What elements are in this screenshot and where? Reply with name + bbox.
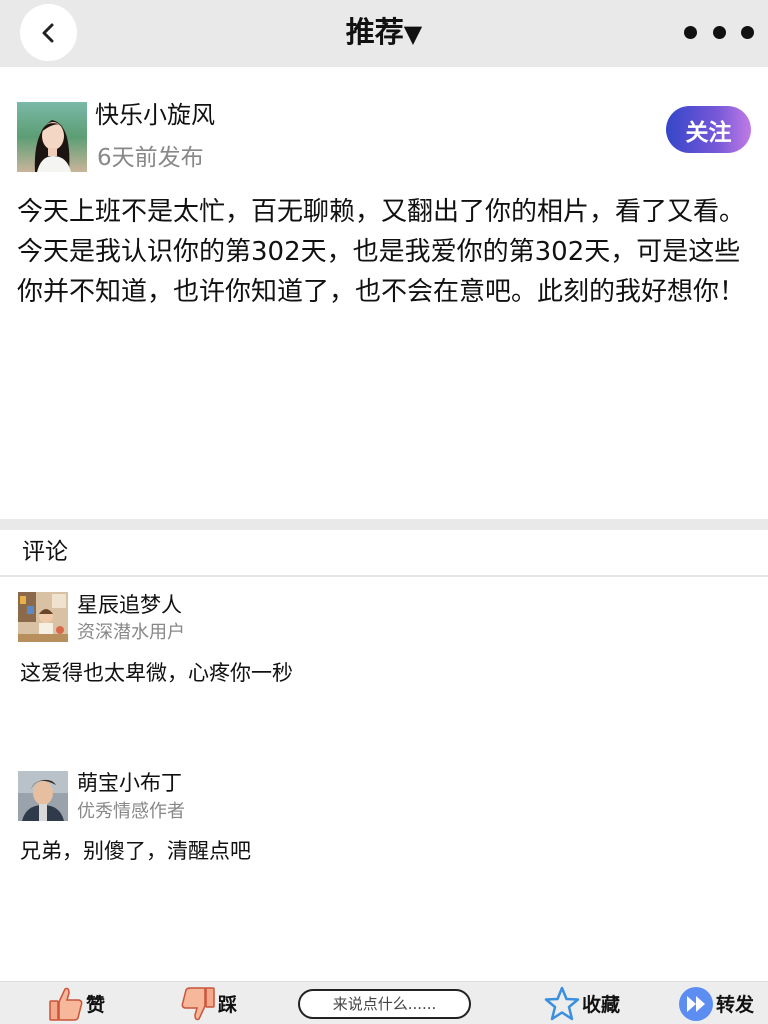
- comment-text: 兄弟，别傻了，清醒点吧: [20, 839, 251, 863]
- like-button[interactable]: 赞: [48, 982, 105, 1024]
- like-label: 赞: [86, 994, 106, 1016]
- more-dot-icon: [741, 25, 754, 39]
- section-divider: [0, 519, 768, 530]
- comment-input[interactable]: 来说点什么......: [298, 989, 471, 1019]
- thumbs-up-icon: [49, 987, 83, 1021]
- author-avatar[interactable]: [17, 102, 87, 172]
- commenter-name[interactable]: 萌宝小布丁: [77, 768, 182, 798]
- thumbs-down-icon: [181, 986, 215, 1020]
- forward-icon: [679, 986, 713, 1021]
- star-icon: [544, 986, 580, 1020]
- commenter-avatar[interactable]: [18, 771, 68, 821]
- share-button[interactable]: 转发: [678, 982, 754, 1024]
- more-button[interactable]: [684, 18, 754, 46]
- post-time: 6天前发布: [97, 145, 204, 171]
- commenter-badge: 资深潜水用户: [77, 622, 185, 643]
- dislike-button[interactable]: 踩: [180, 982, 237, 1024]
- follow-button[interactable]: 关注: [666, 106, 751, 153]
- more-dot-icon: [684, 25, 697, 39]
- favorite-button[interactable]: 收藏: [544, 982, 620, 1024]
- commenter-avatar[interactable]: [18, 592, 68, 642]
- commenter-badge: 优秀情感作者: [77, 801, 185, 822]
- commenter-name[interactable]: 星辰追梦人: [77, 590, 182, 620]
- author-name[interactable]: 快乐小旋风: [95, 98, 215, 132]
- bottom-bar: 赞 踩 来说点什么...... 收藏 转发: [0, 981, 768, 1024]
- comment-text: 这爱得也太卑微，心疼你一秒: [20, 661, 293, 685]
- feed-selector[interactable]: 推荐▼: [0, 12, 768, 52]
- share-label: 转发: [716, 994, 755, 1016]
- dislike-label: 踩: [218, 994, 238, 1016]
- page-title: 推荐: [345, 15, 404, 49]
- favorite-label: 收藏: [582, 994, 621, 1016]
- top-bar: 推荐▼: [0, 0, 768, 67]
- more-dot-icon: [712, 25, 726, 39]
- comments-heading: 评论: [22, 539, 68, 565]
- dropdown-caret-icon: ▼: [403, 20, 423, 48]
- divider: [0, 575, 768, 577]
- post-content: 今天上班不是太忙，百无聊赖，又翻出了你的相片，看了又看。今天是我认识你的第302…: [17, 197, 746, 307]
